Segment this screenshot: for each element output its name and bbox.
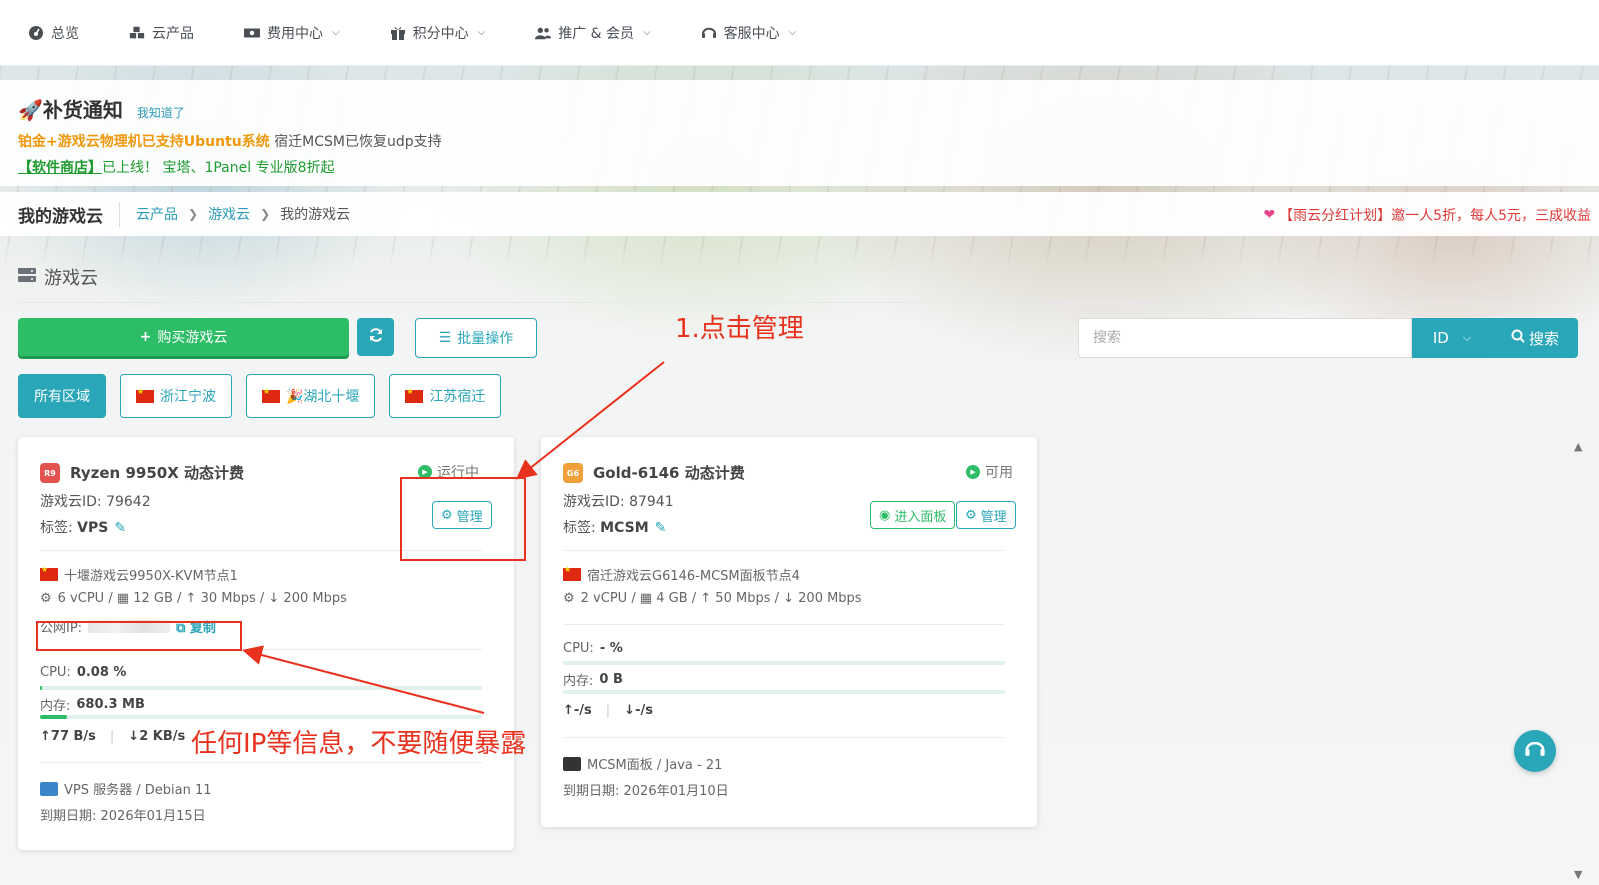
arrow-to-manage — [515, 361, 665, 480]
arrow-to-ip — [242, 645, 485, 714]
annotation-arrows — [242, 361, 665, 714]
